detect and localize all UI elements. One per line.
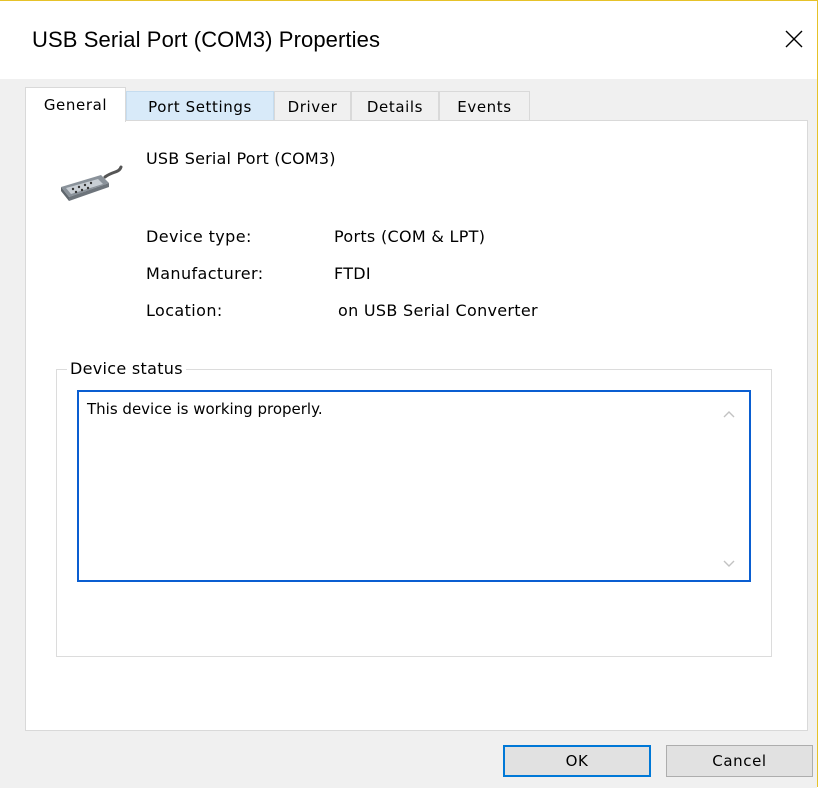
location-value: on USB Serial Converter <box>338 301 538 320</box>
serial-port-connector-icon <box>61 165 123 201</box>
device-status-textbox[interactable]: This device is working properly. <box>77 390 751 582</box>
title-bar[interactable]: USB Serial Port (COM3) Properties <box>0 1 818 79</box>
tab-label: General <box>43 96 108 114</box>
tab-general[interactable]: General <box>25 87 126 122</box>
cancel-button-label: Cancel <box>712 752 767 770</box>
window-title: USB Serial Port (COM3) Properties <box>32 27 381 52</box>
close-button[interactable] <box>774 19 814 59</box>
scroll-down-icon[interactable] <box>721 556 737 572</box>
device-type-value: Ports (COM & LPT) <box>334 227 486 246</box>
tab-label: Details <box>366 97 424 116</box>
device-status-text: This device is working properly. <box>87 400 323 418</box>
tab-port-settings[interactable]: Port Settings <box>126 91 274 121</box>
ok-button-label: OK <box>565 752 589 770</box>
manufacturer-value: FTDI <box>334 264 371 283</box>
ok-button[interactable]: OK <box>503 745 651 777</box>
close-icon <box>785 30 803 48</box>
device-status-label: Device status <box>67 359 186 378</box>
tab-label: Driver <box>287 97 338 116</box>
device-status-group: Device status This device is working pro… <box>56 359 772 657</box>
properties-dialog: USB Serial Port (COM3) Properties Genera… <box>0 0 818 788</box>
tab-label: Events <box>457 97 512 116</box>
cancel-button[interactable]: Cancel <box>666 745 813 777</box>
general-tab-panel: USB Serial Port (COM3) Device type: Port… <box>25 120 808 731</box>
manufacturer-label: Manufacturer: <box>146 264 264 283</box>
tab-events[interactable]: Events <box>439 91 530 121</box>
location-label: Location: <box>146 301 223 320</box>
tab-details[interactable]: Details <box>351 91 439 121</box>
tab-label: Port Settings <box>148 97 252 116</box>
device-type-label: Device type: <box>146 227 252 246</box>
scroll-up-icon[interactable] <box>721 406 737 422</box>
tab-driver[interactable]: Driver <box>274 91 351 121</box>
device-name: USB Serial Port (COM3) <box>146 149 336 168</box>
dialog-body: General Port Settings Driver Details Eve… <box>0 79 817 788</box>
